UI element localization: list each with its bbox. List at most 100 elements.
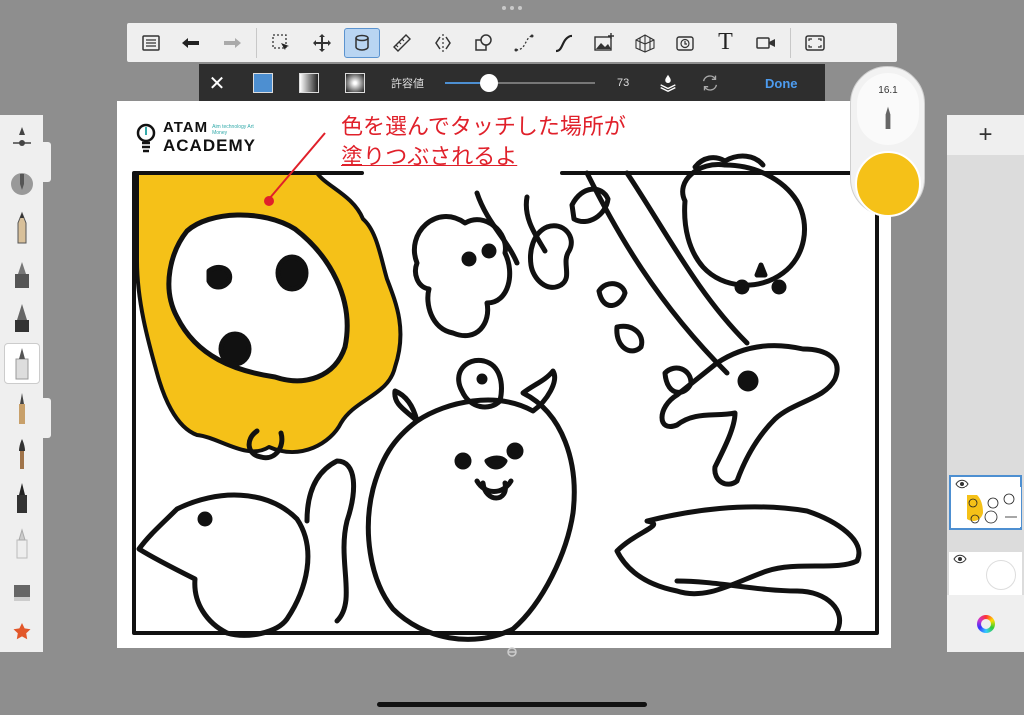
curve-button[interactable] [506, 28, 542, 58]
layer-panel: + [947, 115, 1024, 652]
shapes-button[interactable] [465, 28, 501, 58]
felt-pen-button[interactable] [4, 477, 40, 518]
redo-button[interactable] [214, 28, 250, 58]
move-button[interactable] [304, 28, 340, 58]
tolerance-value: 73 [617, 77, 630, 89]
fill-toolbar: ✕ 許容値 73 Done [199, 64, 825, 102]
perspective-icon [635, 33, 655, 53]
color-picker-button[interactable] [947, 595, 1024, 652]
perspective-button[interactable] [627, 28, 663, 58]
undo-icon [182, 37, 200, 48]
logo-academy: ACADEMY [163, 136, 256, 155]
logo-subtitle: Aim technology Art Money [212, 124, 254, 136]
list-button[interactable] [133, 28, 169, 58]
text-icon: T [718, 29, 733, 55]
smudge-brush-button[interactable] [4, 567, 40, 608]
tolerance-slider[interactable] [445, 73, 595, 93]
brush-palette-handle[interactable] [43, 398, 51, 438]
fill-mode-button[interactable] [695, 71, 725, 95]
home-indicator[interactable] [377, 702, 647, 707]
tolerance-label: 許容値 [391, 78, 424, 90]
brush-size-control[interactable]: 16.1 [857, 73, 919, 145]
close-button[interactable]: ✕ [199, 71, 235, 96]
brush-tip-icon [885, 106, 891, 129]
brush-icon [18, 438, 25, 469]
line-art [132, 153, 879, 642]
sample-layers-button[interactable] [653, 71, 683, 95]
brush-size-value: 16.1 [878, 85, 898, 96]
toolbar-divider [256, 27, 258, 58]
star-icon [13, 622, 30, 639]
window-handle[interactable] [500, 4, 524, 12]
main-toolbar: T [127, 23, 897, 62]
brush-settings-icon [12, 127, 31, 147]
radial-gradient-button[interactable] [345, 73, 365, 93]
video-icon [756, 36, 775, 49]
eraser-brush-button[interactable] [4, 522, 40, 563]
brush-palette-handle[interactable] [43, 142, 51, 182]
instruction-annotation: 色を選んでタッチした場所が 塗りつぶされるよ [341, 113, 626, 173]
blender-brush-button[interactable] [4, 164, 40, 205]
paintbrush-brush-button[interactable] [4, 432, 40, 473]
list-icon [142, 34, 160, 51]
redo-icon [223, 37, 241, 48]
eraser-icon [16, 528, 27, 559]
done-button[interactable]: Done [765, 76, 798, 91]
canvas-rotate-icon[interactable] [506, 646, 518, 658]
marker-icon [14, 261, 29, 288]
pencil-icon [17, 211, 26, 244]
marker-brush-button[interactable] [4, 253, 40, 294]
symmetry-button[interactable] [425, 28, 461, 58]
curve-icon [514, 34, 534, 51]
ink-pen-icon [14, 304, 29, 333]
brush-palette [0, 115, 43, 652]
undo-button[interactable] [173, 28, 209, 58]
time-button[interactable] [667, 28, 703, 58]
fountain-pen-button[interactable] [4, 388, 40, 429]
toolbar-divider [790, 27, 792, 58]
lightbulb-icon [136, 123, 156, 152]
layer-item-drawing[interactable] [949, 475, 1022, 530]
fountain-pen-icon [18, 392, 25, 424]
video-button[interactable] [748, 28, 784, 58]
slider-thumb[interactable] [479, 74, 498, 92]
refresh-icon [702, 75, 718, 91]
empty-layer-thumbnail [986, 560, 1016, 590]
eye-icon[interactable] [953, 554, 967, 564]
image-import-icon [594, 32, 615, 51]
time-icon [676, 35, 694, 51]
stroke-icon [555, 34, 573, 52]
solid-fill-button[interactable] [253, 73, 273, 93]
hard-brush-button[interactable] [3, 342, 40, 384]
selection-icon [272, 33, 290, 50]
brush-settings-button[interactable] [4, 119, 40, 160]
stroke-button[interactable] [546, 28, 582, 58]
ruler-icon [393, 33, 412, 52]
symmetry-icon [434, 33, 451, 52]
current-color-swatch[interactable] [855, 151, 921, 217]
annotation-line-2: 塗りつぶされるよ [341, 145, 518, 170]
fill-bucket-button[interactable] [343, 27, 380, 58]
annotation-line-1: 色を選んでタッチした場所が [341, 115, 626, 140]
add-layer-button[interactable]: + [947, 115, 1024, 155]
selection-button[interactable] [263, 28, 299, 58]
drawing-canvas[interactable]: ATAM Aim technology Art Money ACADEMY 色を… [117, 101, 891, 648]
airbrush-icon [10, 173, 33, 196]
image-import-button[interactable] [586, 28, 622, 58]
shapes-icon [475, 33, 492, 51]
smudge-icon [13, 584, 30, 601]
felt-pen-icon [16, 483, 27, 514]
layers-drop-icon [660, 74, 676, 93]
text-button[interactable]: T [707, 28, 743, 58]
ruler-button[interactable] [384, 28, 420, 58]
fullscreen-icon [805, 34, 825, 51]
move-icon [312, 33, 331, 52]
fullscreen-button[interactable] [797, 28, 833, 58]
atam-logo: ATAM Aim technology Art Money ACADEMY [135, 119, 256, 156]
inking-brush-button[interactable] [4, 298, 40, 339]
pencil-brush-button[interactable] [4, 208, 40, 249]
logo-title: ATAM [163, 119, 209, 136]
favorites-button[interactable] [4, 611, 40, 652]
brush-puck[interactable]: 16.1 [850, 66, 925, 217]
linear-gradient-button[interactable] [299, 73, 319, 93]
